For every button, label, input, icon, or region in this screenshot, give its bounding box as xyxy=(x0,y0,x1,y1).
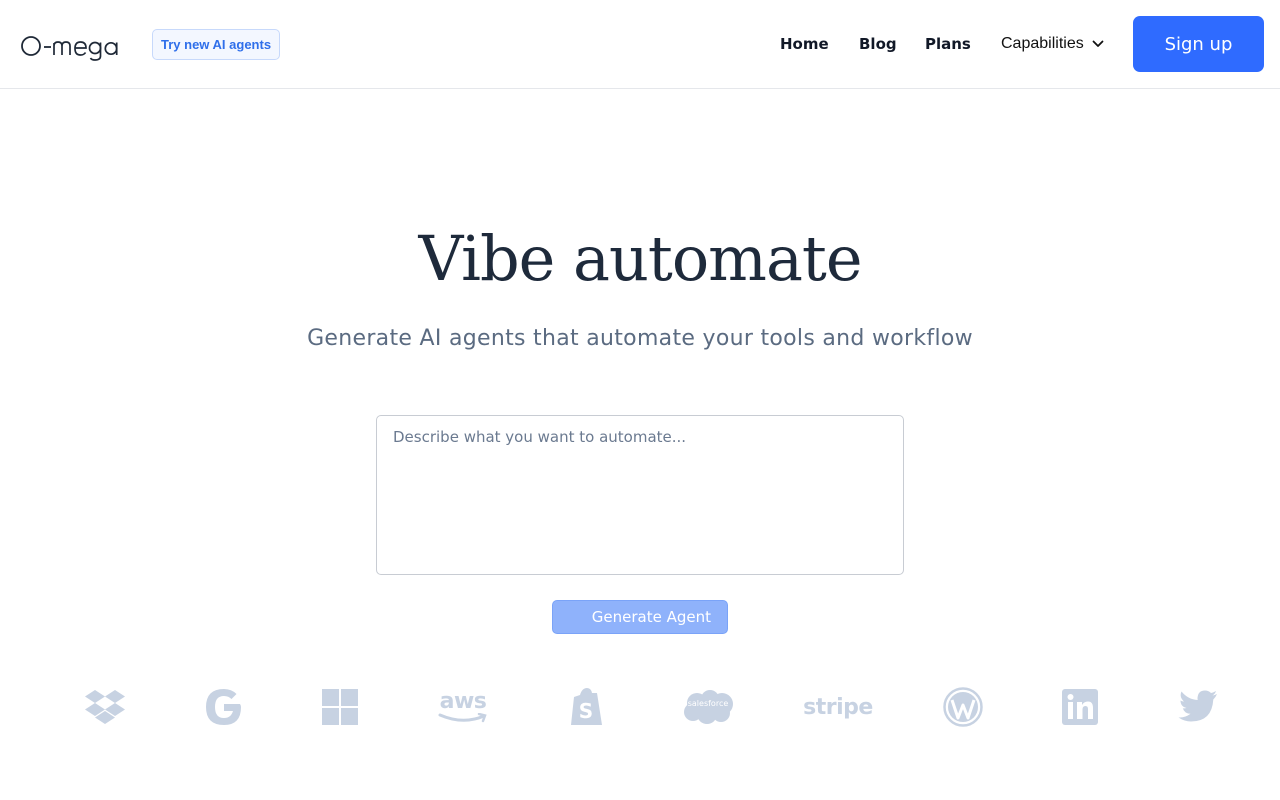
twitter-icon xyxy=(1177,684,1219,730)
sign-up-button[interactable]: Sign up xyxy=(1133,16,1264,72)
o-mega-logo[interactable] xyxy=(21,33,131,61)
nav-capabilities-dropdown[interactable]: Capabilities xyxy=(1001,33,1104,55)
hero-subtitle: Generate AI agents that automate your to… xyxy=(307,326,973,351)
stripe-icon: stripe xyxy=(803,684,873,730)
shopify-icon: S xyxy=(566,684,606,730)
salesforce-icon: salesforce xyxy=(681,684,735,730)
svg-text:S: S xyxy=(579,699,593,723)
try-new-ai-agents-badge[interactable]: Try new AI agents xyxy=(152,29,281,60)
nav-plans[interactable]: Plans xyxy=(925,33,971,55)
google-icon xyxy=(203,684,245,730)
dropbox-icon xyxy=(82,684,128,730)
nav-home[interactable]: Home xyxy=(780,33,829,55)
salesforce-wordmark: salesforce xyxy=(687,699,729,708)
windows-icon xyxy=(320,684,360,730)
hero-title: Vibe automate xyxy=(418,222,862,295)
top-navigation-bar: Try new AI agents Home Blog Plans Capabi… xyxy=(0,0,1280,89)
aws-wordmark: aws xyxy=(439,689,487,714)
chevron-down-icon xyxy=(1092,40,1104,47)
integration-logos-strip: aws S salesforce stripe xyxy=(0,684,1280,730)
stripe-wordmark: stripe xyxy=(803,694,873,720)
o-mega-logo-wordmark xyxy=(21,36,118,61)
wordpress-icon xyxy=(942,684,984,730)
nav-blog[interactable]: Blog xyxy=(859,33,897,55)
nav-capabilities-label: Capabilities xyxy=(1001,35,1084,52)
linkedin-icon xyxy=(1061,684,1099,730)
aws-icon: aws xyxy=(436,684,490,730)
generate-agent-button[interactable]: Generate Agent xyxy=(552,600,728,634)
automation-prompt-input[interactable] xyxy=(376,415,904,575)
